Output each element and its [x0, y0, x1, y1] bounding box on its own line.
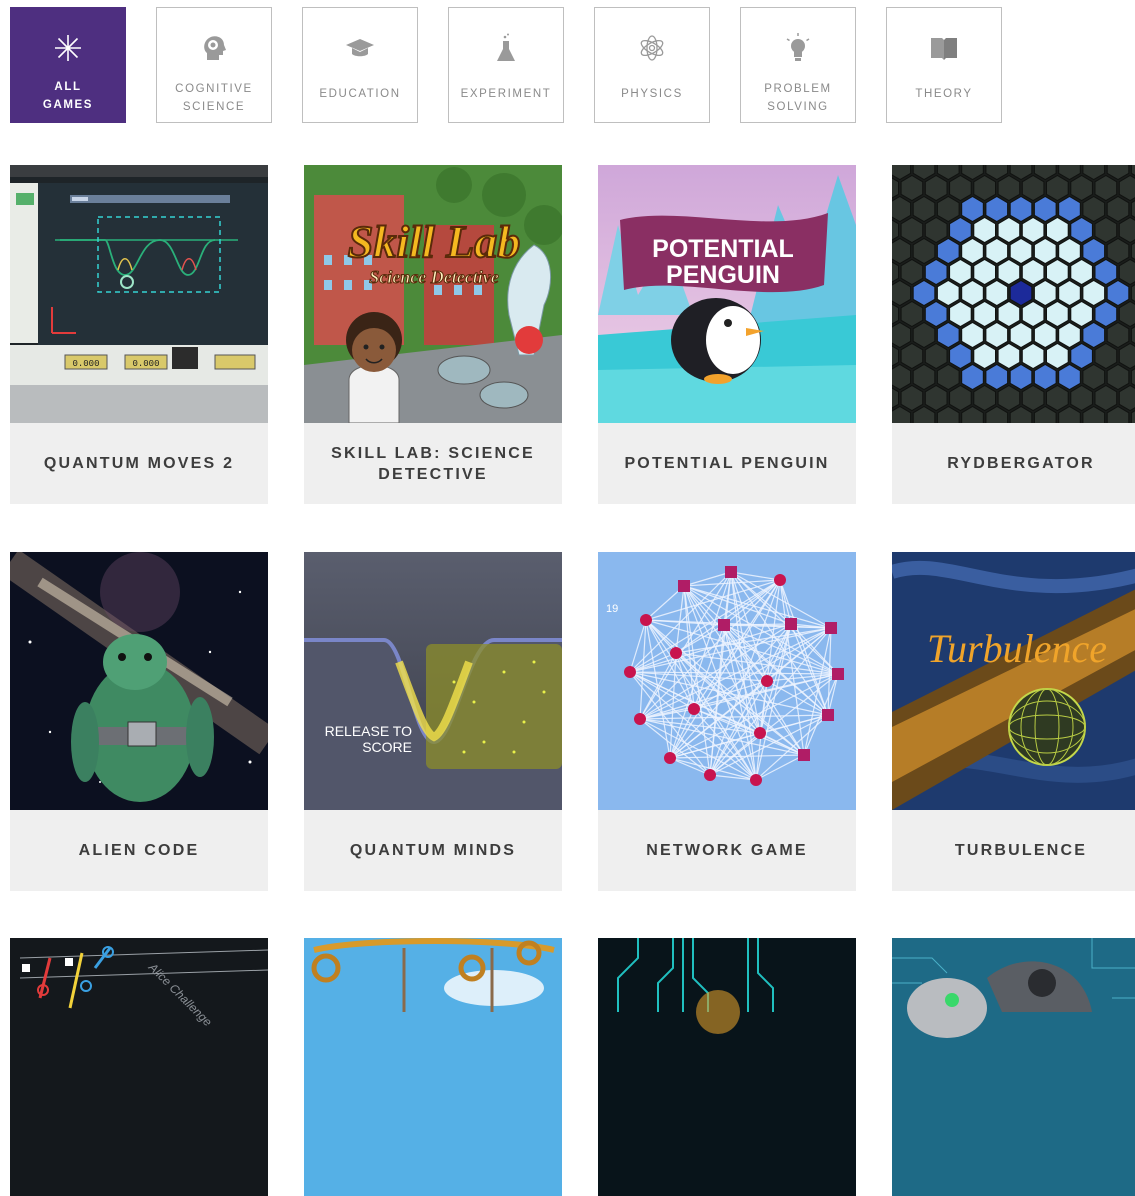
filter-label: PHYSICS	[621, 88, 683, 100]
filter-label: EDUCATION	[319, 88, 401, 100]
svg-text:RELEASE TO: RELEASE TO	[325, 723, 413, 739]
lightbulb-icon	[783, 28, 813, 68]
filter-education[interactable]: EDUCATION	[302, 7, 418, 123]
svg-text:POTENTIAL: POTENTIAL	[652, 235, 794, 263]
filter-label: THEORY	[915, 88, 973, 100]
game-thumbnail: Skill Lab Science Detective	[304, 165, 562, 423]
game-thumbnail: RELEASE TO SCORE	[304, 552, 562, 810]
game-title: QUANTUM MINDS	[304, 810, 562, 891]
game-card[interactable]	[892, 938, 1135, 1196]
game-card[interactable]: ALIEN CODE	[10, 552, 268, 891]
svg-text:0.000: 0.000	[132, 359, 159, 369]
filter-physics[interactable]: PHYSICS	[594, 7, 710, 123]
filter-problem-solving[interactable]: PROBLEM SOLVING	[740, 7, 856, 123]
svg-text:Skill Lab: Skill Lab	[348, 216, 521, 267]
filter-label: COGNITIVE SCIENCE	[175, 83, 253, 113]
svg-text:0.000: 0.000	[72, 359, 99, 369]
game-title: QUANTUM MOVES 2	[10, 423, 268, 504]
game-card[interactable]: 0.000 0.000 QUANTUM MOVES 2	[10, 165, 268, 504]
filter-all-games[interactable]: ALL GAMES	[10, 7, 126, 123]
game-card[interactable]	[598, 938, 856, 1196]
asterisk-icon	[53, 28, 83, 68]
game-thumbnail: POTENTIAL PENGUIN	[598, 165, 856, 423]
game-thumbnail	[598, 938, 856, 1196]
game-title: POTENTIAL PENGUIN	[598, 423, 856, 504]
game-thumbnail	[10, 552, 268, 810]
svg-text:Science Detective: Science Detective	[369, 267, 498, 287]
game-title: NETWORK GAME	[598, 810, 856, 891]
filter-theory[interactable]: THEORY	[886, 7, 1002, 123]
svg-text:SCORE: SCORE	[362, 739, 412, 755]
game-thumbnail	[892, 165, 1135, 423]
graduation-cap-icon	[345, 28, 375, 68]
category-filter-bar: ALL GAMES COGNITIVE SCIENCE EDUCATION EXPE…	[10, 7, 1002, 123]
game-card[interactable]: Skill Lab Science Detective SKILL LAB: S…	[304, 165, 562, 504]
svg-text:PENGUIN: PENGUIN	[666, 261, 780, 289]
game-card[interactable]: Alice Challenge	[10, 938, 268, 1196]
flask-icon	[491, 28, 521, 68]
filter-experiment[interactable]: EXPERIMENT	[448, 7, 564, 123]
game-thumbnail: Turbulence	[892, 552, 1135, 810]
game-thumbnail: 19	[598, 552, 856, 810]
game-thumbnail: Alice Challenge	[10, 938, 268, 1196]
game-card[interactable]: RYDBERGATOR	[892, 165, 1135, 504]
svg-text:Turbulence: Turbulence	[927, 626, 1107, 671]
book-icon	[929, 28, 959, 68]
game-thumbnail	[892, 938, 1135, 1196]
game-thumbnail: 0.000 0.000	[10, 165, 268, 423]
filter-label: ALL GAMES	[42, 81, 94, 111]
game-card[interactable]: POTENTIAL PENGUIN POTENTIAL PENGUIN	[598, 165, 856, 504]
filter-label: PROBLEM SOLVING	[764, 83, 832, 113]
svg-text:19: 19	[606, 603, 618, 615]
atom-flower-icon	[637, 28, 667, 68]
filter-cognitive-science[interactable]: COGNITIVE SCIENCE	[156, 7, 272, 123]
game-card[interactable]: 19 NETWORK GAME	[598, 552, 856, 891]
game-title: RYDBERGATOR	[892, 423, 1135, 504]
brain-head-icon	[199, 28, 229, 68]
filter-label: EXPERIMENT	[460, 88, 552, 100]
game-card[interactable]	[304, 938, 562, 1196]
game-title: ALIEN CODE	[10, 810, 268, 891]
game-card[interactable]: Turbulence TURBULENCE	[892, 552, 1135, 891]
game-title: TURBULENCE	[892, 810, 1135, 891]
game-card[interactable]: RELEASE TO SCORE QUANTUM MINDS	[304, 552, 562, 891]
game-thumbnail	[304, 938, 562, 1196]
game-title: SKILL LAB: SCIENCE DETECTIVE	[304, 423, 562, 504]
